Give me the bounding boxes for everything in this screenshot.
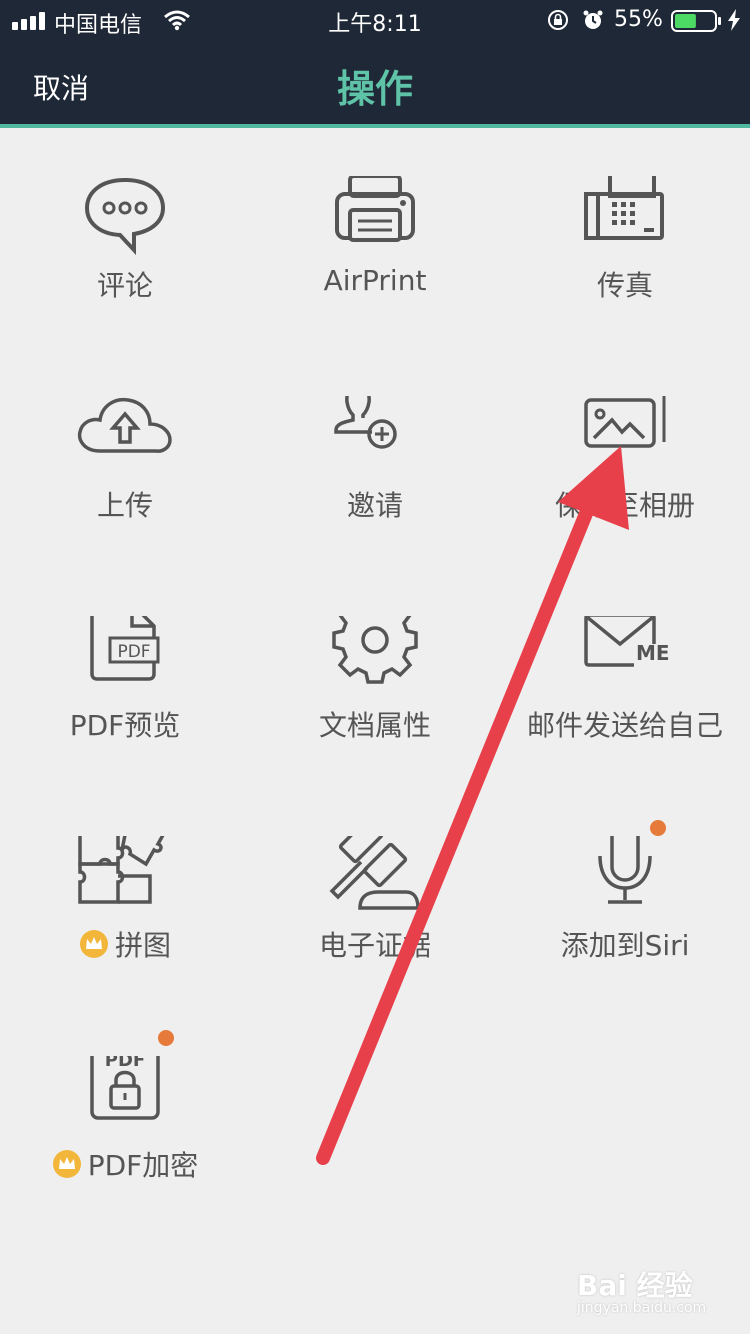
rotation-lock-icon xyxy=(548,10,568,30)
premium-crown-icon xyxy=(79,930,108,958)
action-add-to-siri[interactable]: 添加到Siri xyxy=(500,820,750,1016)
new-badge-dot xyxy=(158,1030,174,1046)
new-badge-dot xyxy=(650,820,666,836)
watermark-url: jingyan.baidu.com xyxy=(577,1300,707,1316)
action-pdf-encrypt[interactable]: PDF PDF加密 xyxy=(0,1030,250,1236)
header-accent-line xyxy=(0,124,750,128)
action-label: 添加到Siri xyxy=(560,929,690,962)
action-upload[interactable]: 上传 xyxy=(0,396,250,576)
invite-user-icon xyxy=(334,396,397,449)
action-label-text: 拼图 xyxy=(114,929,171,962)
cloud-upload-icon xyxy=(77,397,172,453)
charging-icon xyxy=(728,9,740,31)
page-title: 操作 xyxy=(336,67,413,111)
gavel-icon xyxy=(329,836,420,910)
action-label: PDF加密 xyxy=(0,1144,270,1184)
action-puzzle[interactable]: 拼图 xyxy=(0,836,250,1016)
battery-percent: 55% xyxy=(614,7,663,32)
fax-icon xyxy=(584,176,664,240)
action-pdf-preview[interactable]: PDF PDF预览 xyxy=(0,616,250,796)
pdf-lock-icon: PDF xyxy=(90,1056,160,1120)
action-airprint[interactable]: AirPrint xyxy=(250,176,500,356)
photo-album-icon xyxy=(584,396,666,448)
svg-text:ME: ME xyxy=(636,641,670,665)
puzzle-icon xyxy=(78,836,165,904)
action-save-to-album[interactable]: 保存至相册 xyxy=(500,396,750,576)
action-email-to-self[interactable]: ME 邮件发送给自己 xyxy=(500,616,750,796)
comment-icon xyxy=(84,177,166,256)
action-label: 邮件发送给自己 xyxy=(526,709,723,742)
action-label: 保存至相册 xyxy=(554,489,695,522)
printer-icon xyxy=(335,176,415,242)
action-invite[interactable]: 邀请 xyxy=(250,396,500,576)
pdf-file-icon: PDF xyxy=(90,616,160,681)
action-label: 邀请 xyxy=(346,489,403,522)
gear-icon xyxy=(332,616,418,684)
action-label: 电子证据 xyxy=(318,929,431,962)
action-label: 传真 xyxy=(596,269,653,302)
action-label: AirPrint xyxy=(323,264,427,297)
mail-me-icon: ME xyxy=(584,616,670,667)
svg-text:PDF: PDF xyxy=(105,1056,145,1071)
action-comment[interactable]: 评论 xyxy=(0,176,250,356)
action-label-text: PDF加密 xyxy=(87,1149,199,1182)
action-doc-properties[interactable]: 文档属性 xyxy=(250,616,500,796)
premium-crown-icon xyxy=(52,1150,81,1178)
svg-text:PDF: PDF xyxy=(117,642,150,662)
action-e-evidence[interactable]: 电子证据 xyxy=(250,836,500,1016)
action-label: 文档属性 xyxy=(318,709,431,742)
watermark-logo: Bai 经验 xyxy=(577,1269,693,1302)
status-bar: 中国电信 上午8:11 55% xyxy=(0,0,750,40)
action-fax[interactable]: 传真 xyxy=(500,176,750,356)
battery-icon xyxy=(671,10,721,32)
microphone-icon xyxy=(598,836,652,904)
alarm-icon xyxy=(583,10,603,29)
